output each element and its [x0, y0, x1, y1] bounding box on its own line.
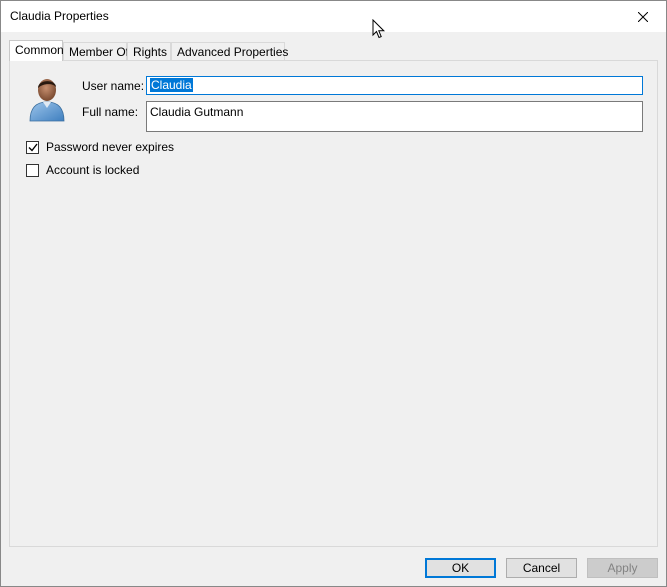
apply-button[interactable]: Apply	[587, 558, 658, 578]
properties-dialog: Claudia Properties Common Member Of Righ…	[0, 0, 667, 587]
close-icon	[638, 11, 648, 22]
tab-advanced-properties[interactable]: Advanced Properties	[171, 42, 288, 60]
account-locked-label: Account is locked	[46, 163, 140, 177]
password-never-expires-option[interactable]: Password never expires	[26, 140, 174, 154]
tab-member-of[interactable]: Member Of	[63, 42, 129, 60]
account-locked-checkbox[interactable]	[26, 163, 39, 177]
password-never-expires-label: Password never expires	[46, 140, 175, 154]
user-avatar-icon	[29, 79, 65, 122]
account-locked-option[interactable]: Account is locked	[26, 163, 139, 177]
title-bar[interactable]: Claudia Properties	[1, 1, 666, 32]
close-button[interactable]	[620, 1, 666, 32]
tab-panel-common	[9, 60, 658, 547]
checkmark-icon	[28, 143, 38, 152]
tab-rights[interactable]: Rights	[127, 42, 171, 60]
tab-common[interactable]: Common	[9, 40, 64, 61]
user-name-input[interactable]: Claudia	[146, 76, 643, 95]
cancel-button[interactable]: Cancel	[506, 558, 577, 578]
full-name-input[interactable]: Claudia Gutmann	[146, 101, 643, 132]
password-never-expires-checkbox[interactable]	[26, 140, 39, 154]
user-name-label: User name:	[82, 79, 145, 93]
ok-button[interactable]: OK	[425, 558, 496, 578]
mouse-cursor-icon	[372, 19, 386, 39]
full-name-label: Full name:	[82, 105, 139, 119]
window-title: Claudia Properties	[10, 9, 109, 23]
full-name-value: Claudia Gutmann	[150, 105, 244, 119]
user-name-value: Claudia	[150, 78, 193, 92]
